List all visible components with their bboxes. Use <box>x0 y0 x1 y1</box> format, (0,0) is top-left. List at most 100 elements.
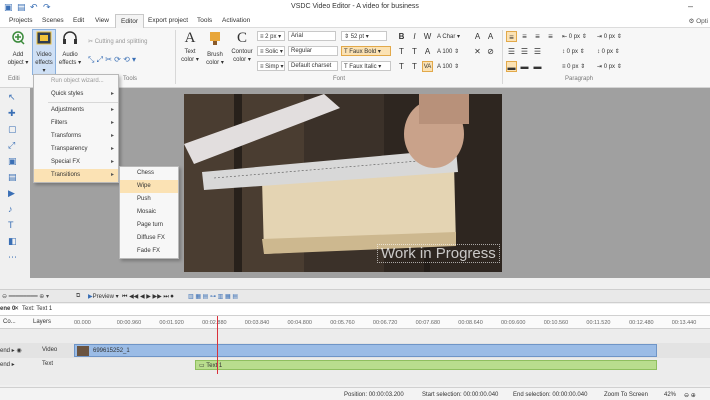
tab-text[interactable]: Text: Text 1 <box>22 306 52 312</box>
menu-view[interactable]: View <box>95 17 109 24</box>
first-line-indent[interactable]: ⇥ 0 px ⇕ <box>597 63 622 70</box>
text-overlay[interactable]: Work in Progress <box>377 244 500 263</box>
align-justify-icon[interactable]: ≡ <box>545 31 556 42</box>
align-right-icon[interactable]: ≡ <box>532 31 543 42</box>
add-text-tool-icon[interactable]: ✚ <box>8 108 16 119</box>
stroke-style-select[interactable]: ≡ Solic ▾ <box>257 46 285 56</box>
font-shrink-icon[interactable]: A <box>485 31 496 42</box>
menu-transitions[interactable]: Transitions ▸ <box>34 169 118 182</box>
superscript-icon[interactable]: T <box>396 46 407 57</box>
audio-tool-icon[interactable]: ♪ <box>8 204 13 214</box>
space-before[interactable]: ↕ 0 px ⇕ <box>562 48 585 55</box>
timeline-tools-icon[interactable]: ▥ ▦ ▤ ⊶ ▥ ▦ ▤ <box>188 293 238 300</box>
transition-page-turn[interactable]: Page turn <box>120 219 178 232</box>
transition-mosaic[interactable]: Mosaic <box>120 206 178 219</box>
stroke-width-select[interactable]: ≡ 2 px ▾ <box>257 31 285 41</box>
text-clip[interactable]: ▭ Text 1 <box>195 360 657 370</box>
zoom-tool-icon[interactable]: ⤢ <box>8 140 15 151</box>
underline-icon[interactable]: W <box>422 31 433 42</box>
image-tool-icon[interactable]: ▣ <box>8 156 17 167</box>
transition-chess[interactable]: Chess <box>120 167 178 180</box>
shape-tool-icon[interactable]: ▢ <box>8 124 17 135</box>
select-tool-icon[interactable]: ↖ <box>8 92 16 103</box>
indent-left[interactable]: ⇤ 0 px ⇕ <box>562 33 587 40</box>
sprite-tool-icon[interactable]: ◧ <box>8 236 17 247</box>
valign-bottom-icon[interactable]: ☰ <box>532 46 543 57</box>
bold-icon[interactable]: B <box>396 31 407 42</box>
zoom-to-screen-button[interactable]: Zoom To Screen <box>604 392 648 398</box>
minimize-icon[interactable]: – <box>688 1 693 11</box>
scale-percent-2[interactable]: A 100 ⇕ <box>437 63 459 70</box>
faux-bold-toggle[interactable]: T Faux Bold ▾ <box>341 46 391 56</box>
font-weight-select[interactable]: Regular <box>288 46 338 56</box>
transition-fade-fx[interactable]: Fade FX <box>120 245 178 258</box>
playback-controls[interactable]: ⏮ ◀◀ ◀ ▶ ▶▶ ⏭ ⏺ <box>122 293 174 301</box>
menu-edit[interactable]: Edit <box>73 17 84 24</box>
transition-push[interactable]: Push <box>120 193 178 206</box>
zoom-slider-icon[interactable]: ⊖ ⊕ <box>684 392 696 399</box>
crop-tools-icon[interactable]: ⤡ ⤢ ✂ ⟳ ⟲ ▾ <box>88 55 136 65</box>
clear-format-icon[interactable]: ⊘ <box>485 46 496 57</box>
font-charset-select[interactable]: Default charset <box>288 61 338 71</box>
space-after[interactable]: ↕ 0 px ⇕ <box>597 48 620 55</box>
subtitle-tool-icon[interactable]: T <box>8 220 14 230</box>
timeline-ruler[interactable]: Co... Layers 00.000 00:00.960 00:01.920 00:… <box>0 316 710 329</box>
preview-button[interactable]: ▶Preview ▾ <box>88 293 119 300</box>
strikethrough-icon[interactable]: A <box>422 46 433 57</box>
wrap-mode2-icon[interactable]: ▬ <box>519 61 530 72</box>
menu-export-project[interactable]: Export project <box>148 17 188 24</box>
text-case2-icon[interactable]: T <box>409 61 420 72</box>
italic-icon[interactable]: I <box>409 31 420 42</box>
menu-transparency[interactable]: Transparency ▸ <box>34 143 118 156</box>
chart-tool-icon[interactable]: ▤ <box>8 172 17 183</box>
faux-italic-toggle[interactable]: T Faux Italic ▾ <box>341 61 391 71</box>
scale-percent-1[interactable]: A 100 ⇕ <box>437 48 459 55</box>
line-spacing[interactable]: ≡ 0 px ⇕ <box>562 63 585 70</box>
subscript-icon[interactable]: T <box>409 46 420 57</box>
font-grow-icon[interactable]: A <box>472 31 483 42</box>
brush-color-button[interactable]: Brush color ▾ <box>203 30 227 67</box>
valign-middle-icon[interactable]: ☰ <box>519 46 530 57</box>
menu-special-fx[interactable]: Special FX ▸ <box>34 156 118 169</box>
options-link[interactable]: ⚙ Opti <box>688 17 708 25</box>
menu-filters[interactable]: Filters ▸ <box>34 117 118 130</box>
wrap-mode3-icon[interactable]: ▬ <box>532 61 543 72</box>
add-object-button[interactable]: Add object ▾ <box>6 30 30 67</box>
video-clip[interactable]: 699615252_1 <box>74 344 657 357</box>
valign-top-icon[interactable]: ☰ <box>506 46 517 57</box>
audio-effects-button[interactable]: Audio effects ▾ <box>58 30 82 67</box>
menu-transforms[interactable]: Transforms ▸ <box>34 130 118 143</box>
font-name-select[interactable]: Arial <box>288 31 336 41</box>
menu-tools[interactable]: Tools <box>197 17 212 24</box>
align-left-icon[interactable]: ≡ <box>506 31 517 42</box>
menu-scenes[interactable]: Scenes <box>42 17 64 24</box>
menu-adjustments[interactable]: Adjustments ▸ <box>34 104 118 117</box>
menu-editor[interactable]: Editor <box>115 14 144 29</box>
more-tools-icon[interactable]: ⋯ <box>8 252 17 263</box>
playhead[interactable] <box>217 316 218 374</box>
menu-quick-styles[interactable]: Quick styles ▸ <box>34 88 118 101</box>
menu-projects[interactable]: Projects <box>9 17 32 24</box>
menu-activation[interactable]: Activation <box>222 17 250 24</box>
contour-color-button[interactable]: C Contour color ▾ <box>229 30 255 64</box>
transition-wipe[interactable]: Wipe <box>120 180 178 193</box>
cutting-splitting-button[interactable]: ✂ Cutting and splitting <box>88 38 147 45</box>
video-preview[interactable]: Work in Progress <box>184 94 502 272</box>
indent-right[interactable]: ⇥ 0 px ⇕ <box>597 33 622 40</box>
align-center-icon[interactable]: ≡ <box>519 31 530 42</box>
text-case-icon[interactable]: T <box>396 61 407 72</box>
video-effects-button[interactable]: Video effects ▾ <box>32 29 56 75</box>
transition-diffuse-fx[interactable]: Diffuse FX <box>120 232 178 245</box>
text-effects-icon[interactable]: VA <box>422 61 433 72</box>
font-size-select[interactable]: ⇕ 52 pt ▾ <box>341 31 387 41</box>
zoom-slider[interactable]: ⊖ ━━━━━━━━ ⊕ ▾ <box>2 293 49 300</box>
video-blend[interactable]: end ▸ ◉ <box>0 347 22 354</box>
wrap-mode-icon[interactable]: ▬ <box>506 61 517 72</box>
char-spacing[interactable]: A Char ▾ <box>437 33 460 40</box>
text-color-button[interactable]: A Text color ▾ <box>179 30 201 64</box>
font-x-icon[interactable]: ✕ <box>472 46 483 57</box>
snap-icon[interactable]: ⧉ <box>76 293 80 300</box>
tab-close-icon[interactable]: ✕ <box>14 305 19 312</box>
video-tool-icon[interactable]: ▶ <box>8 188 15 199</box>
stroke-mode-select[interactable]: ≡ Simp ▾ <box>257 61 285 71</box>
